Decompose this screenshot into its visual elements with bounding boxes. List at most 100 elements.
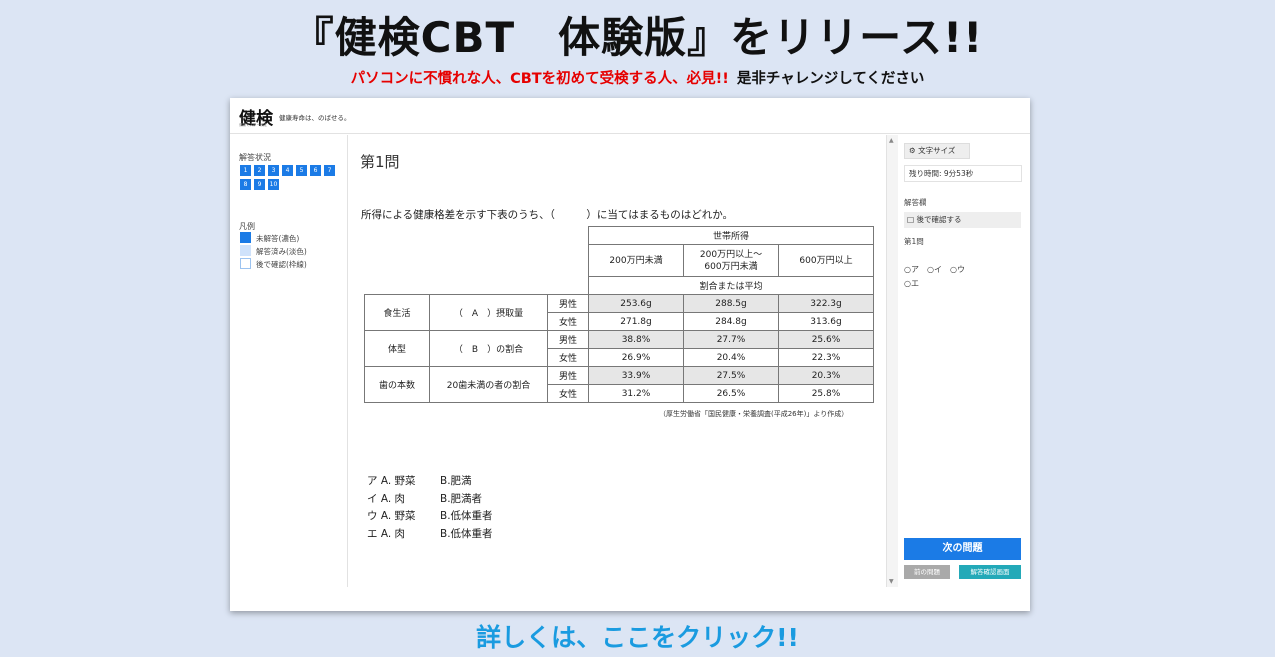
table-category: 歯の本数 <box>364 366 430 403</box>
table-header-income: 世帯所得 <box>588 226 874 245</box>
choice-list: ア A. 野菜 B.肥満イ A. 肉 B.肥満者ウ A. 野菜 B.低体重者エ A. … <box>367 473 493 543</box>
choice-item: エ A. 肉 B.低体重者 <box>367 526 493 544</box>
choice-b: B.肥満 <box>440 475 472 487</box>
logo-subtitle: 健康マスター検定 <box>239 123 267 127</box>
table-cell: 31.2% <box>588 384 684 403</box>
question-button[interactable]: 8 <box>240 179 251 190</box>
subline: パソコンに不慣れな人、CBTを初めて受検する人、必見!! 是非チャレンジしてくださ… <box>0 67 1275 88</box>
table-column-header: 200万円以上～ 600万円未満 <box>683 244 779 277</box>
legend-label: 解答済み(淡色) <box>256 247 307 256</box>
choice-item: イ A. 肉 B.肥満者 <box>367 491 493 509</box>
choice-a: ウ A. 野菜 <box>367 510 416 522</box>
choice-a: イ A. 肉 <box>367 492 406 505</box>
choice-item: ウ A. 野菜 B.低体重者 <box>367 508 493 526</box>
table-cell: 271.8g <box>588 312 684 331</box>
review-answers-button[interactable]: 解答確認画面 <box>959 565 1021 579</box>
choice-b: B.低体重者 <box>440 527 493 540</box>
table-sex: 男性 <box>547 294 589 313</box>
table-cell: 27.5% <box>683 366 779 385</box>
table-item: 20歯未満の者の割合 <box>429 366 548 403</box>
table-row: 食生活（ A ）摂取量 男性 253.6g 288.5g 322.3g <box>364 294 874 331</box>
answer-question-label: 第1問 <box>904 237 924 246</box>
scroll-up-icon[interactable]: ▲ <box>889 137 894 144</box>
question-number: 第1問 <box>360 153 400 171</box>
table-item: （ A ）摂取量 <box>429 294 548 331</box>
prev-question-button[interactable]: 前の問題 <box>904 565 950 579</box>
scroll-down-icon[interactable]: ▼ <box>889 578 894 585</box>
answer-panel: ⚙ 文字サイズ 残り時間: 9分53秒 解答欄 □ 後で確認する 第1問 ○ア … <box>898 135 1030 587</box>
table-column-header: 200万円未満 <box>588 244 684 277</box>
table-cell: 20.3% <box>778 366 874 385</box>
status-label: 解答状況 <box>239 153 271 162</box>
subline-text: 是非チャレンジしてください <box>736 71 925 87</box>
table-sex: 女性 <box>547 312 589 331</box>
question-area: 第1問 所得による健康格差を示す下表のうち、（ ）に当てはまるものはどれか。 世… <box>349 135 886 587</box>
question-button[interactable]: 2 <box>254 165 265 176</box>
table-cell: 322.3g <box>778 294 874 313</box>
table-cell: 25.8% <box>778 384 874 403</box>
table-cell: 26.5% <box>683 384 779 403</box>
table-cell: 22.3% <box>778 348 874 367</box>
font-size-button[interactable]: ⚙ 文字サイズ <box>904 143 970 159</box>
legend-swatch <box>240 232 251 243</box>
table-column-header: 600万円以上 <box>778 244 874 277</box>
check-later-checkbox[interactable]: □ 後で確認する <box>904 212 1021 228</box>
table-cell: 26.9% <box>588 348 684 367</box>
table-cell: 284.8g <box>683 312 779 331</box>
table-cell: 38.8% <box>588 330 684 349</box>
table-item: （ B ）の割合 <box>429 330 548 367</box>
question-button[interactable]: 7 <box>324 165 335 176</box>
question-button[interactable]: 5 <box>296 165 307 176</box>
question-button[interactable]: 6 <box>310 165 321 176</box>
legend-swatch <box>240 258 251 269</box>
headline: 『健検CBT 体験版』をリリース!! <box>291 13 984 62</box>
table-sex: 女性 <box>547 348 589 367</box>
choice-item: ア A. 野菜 B.肥満 <box>367 473 493 491</box>
timer: 残り時間: 9分53秒 <box>904 165 1022 182</box>
legend-label: 後で確認(枠線) <box>256 260 307 269</box>
choice-a: ア A. 野菜 <box>367 475 416 487</box>
choice-a: エ A. 肉 <box>367 527 406 540</box>
legend-label: 未解答(濃色) <box>256 234 300 243</box>
font-size-label: 文字サイズ <box>918 146 956 155</box>
answer-options-row2[interactable]: ○エ <box>904 278 919 289</box>
question-button[interactable]: 4 <box>282 165 293 176</box>
details-link[interactable]: 詳しくは、ここをクリック!! <box>0 618 1275 654</box>
answer-options-row1[interactable]: ○ア ○イ ○ウ <box>904 264 965 275</box>
choice-b: B.肥満者 <box>440 492 483 505</box>
table-cell: 20.4% <box>683 348 779 367</box>
table-cell: 25.6% <box>778 330 874 349</box>
legend-label: 凡例 <box>239 222 255 231</box>
table-source: （厚生労働省「国民健康・栄養調査(平成26年)」より作成） <box>659 410 849 418</box>
question-button[interactable]: 3 <box>268 165 279 176</box>
table-category: 体型 <box>364 330 430 367</box>
table-sex: 男性 <box>547 366 589 385</box>
scrollbar[interactable]: ▲ ▼ <box>886 135 898 587</box>
choice-b: B.低体重者 <box>440 510 493 522</box>
table-category: 食生活 <box>364 294 430 331</box>
next-question-button[interactable]: 次の問題 <box>904 538 1021 560</box>
table-subheader: 割合または平均 <box>588 276 874 295</box>
table-cell: 27.7% <box>683 330 779 349</box>
gear-icon: ⚙ <box>909 146 916 155</box>
table-row: 体型（ B ）の割合 男性 38.8% 27.7% 25.6% <box>364 330 874 367</box>
subline-highlight: パソコンに不慣れな人、CBTを初めて受検する人、必見!! <box>350 71 729 87</box>
question-text: 所得による健康格差を示す下表のうち、（ ）に当てはまるものはどれか。 <box>361 209 734 221</box>
table-cell: 33.9% <box>588 366 684 385</box>
question-button[interactable]: 1 <box>240 165 251 176</box>
tagline: 健康寿命は、のばせる。 <box>279 114 351 122</box>
table-cell: 313.6g <box>778 312 874 331</box>
table-row: 歯の本数 20歯未満の者の割合 男性 33.9% 27.5% 20.3% <box>364 366 874 403</box>
cbt-screenshot[interactable]: 健検 健康マスター検定 健康寿命は、のばせる。 解答状況 1 2 3 4 5 6 7 8 9 10… <box>230 98 1030 611</box>
question-button[interactable]: 9 <box>254 179 265 190</box>
table-sex: 女性 <box>547 384 589 403</box>
app-header: 健検 健康マスター検定 健康寿命は、のばせる。 <box>230 98 1030 134</box>
legend-swatch <box>240 245 251 256</box>
answer-status-panel: 解答状況 1 2 3 4 5 6 7 8 9 10 凡例 未解答(濃色) 解答済み(淡色) 後で確認(… <box>230 135 348 587</box>
table-sex: 男性 <box>547 330 589 349</box>
table-cell: 288.5g <box>683 294 779 313</box>
table-cell: 253.6g <box>588 294 684 313</box>
question-button[interactable]: 10 <box>268 179 279 190</box>
answer-label: 解答欄 <box>904 198 927 207</box>
data-table: 世帯所得 200万円未満 200万円以上～ 600万円未満 600万円以上 割合また… <box>364 226 874 403</box>
